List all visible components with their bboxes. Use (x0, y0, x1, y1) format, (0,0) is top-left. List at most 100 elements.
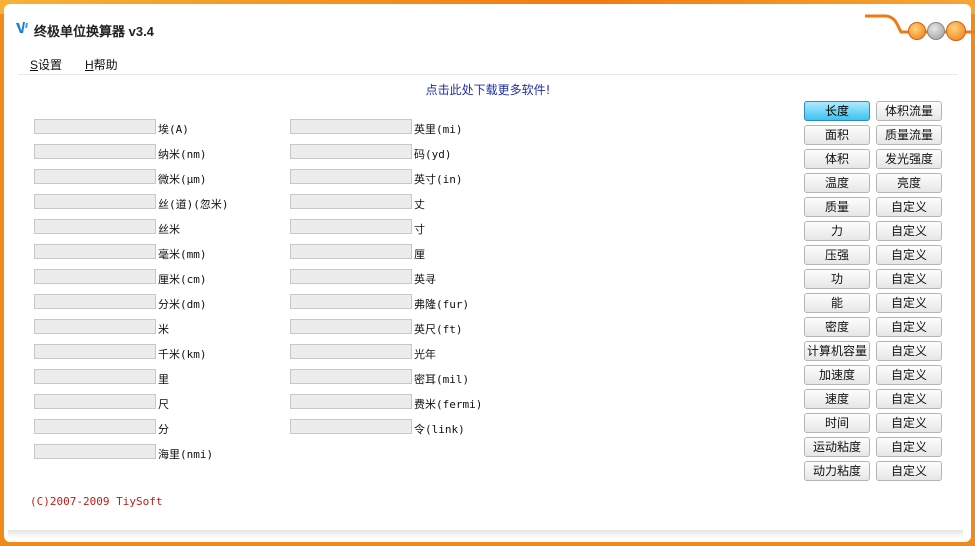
unit-input[interactable] (290, 194, 412, 209)
category-custom-button[interactable]: 自定义 (876, 461, 942, 481)
main-panel: 点击此处下载更多软件! 埃(A) 纳米(nm) 微米(μm) 丝(道)(忽米) … (18, 75, 958, 527)
category-energy-button[interactable]: 能 (804, 293, 870, 313)
unit-input[interactable] (34, 369, 156, 384)
unit-label: 英寸(in) (414, 173, 463, 186)
unit-input[interactable] (34, 194, 156, 209)
category-custom-button[interactable]: 自定义 (876, 245, 942, 265)
category-luminous-intensity-button[interactable]: 发光强度 (876, 149, 942, 169)
unit-input[interactable] (34, 344, 156, 359)
unit-input[interactable] (34, 294, 156, 309)
category-time-button[interactable]: 时间 (804, 413, 870, 433)
unit-input[interactable] (34, 119, 156, 134)
unit-input[interactable] (290, 119, 412, 134)
category-custom-button[interactable]: 自定义 (876, 413, 942, 433)
unit-label: 密耳(mil) (414, 373, 470, 386)
category-custom-button[interactable]: 自定义 (876, 341, 942, 361)
window-bottom-edge (8, 530, 963, 538)
category-area-button[interactable]: 面积 (804, 125, 870, 145)
unit-input[interactable] (290, 394, 412, 409)
unit-label: 费米(fermi) (414, 398, 483, 411)
unit-label: 厘 (414, 248, 425, 261)
unit-input[interactable] (34, 444, 156, 459)
unit-input[interactable] (34, 419, 156, 434)
category-acceleration-button[interactable]: 加速度 (804, 365, 870, 385)
unit-label: 丝(道)(忽米) (158, 198, 229, 211)
unit-label: 千米(km) (158, 348, 207, 361)
unit-label: 里 (158, 373, 169, 386)
unit-input[interactable] (34, 219, 156, 234)
unit-input[interactable] (290, 169, 412, 184)
unit-input[interactable] (34, 269, 156, 284)
category-pressure-button[interactable]: 压强 (804, 245, 870, 265)
download-more-link[interactable]: 点击此处下载更多软件! (18, 81, 958, 98)
unit-label: 埃(A) (158, 123, 189, 136)
unit-input[interactable] (290, 219, 412, 234)
unit-input[interactable] (290, 419, 412, 434)
menu-help-label: 帮助 (93, 58, 118, 72)
menu-help[interactable]: H帮助 (85, 56, 118, 73)
category-custom-button[interactable]: 自定义 (876, 389, 942, 409)
unit-label: 分米(dm) (158, 298, 207, 311)
app-logo-icon (16, 22, 28, 33)
category-kinematic-viscosity-button[interactable]: 运动粘度 (804, 437, 870, 457)
unit-label: 丝米 (158, 223, 180, 236)
unit-label: 纳米(nm) (158, 148, 207, 161)
category-density-button[interactable]: 密度 (804, 317, 870, 337)
unit-label: 尺 (158, 398, 169, 411)
unit-input[interactable] (290, 294, 412, 309)
unit-label: 英里(mi) (414, 123, 463, 136)
unit-label: 寸 (414, 223, 425, 236)
window-title: 终极单位换算器 v3.4 (34, 24, 154, 39)
category-temperature-button[interactable]: 温度 (804, 173, 870, 193)
unit-input[interactable] (290, 269, 412, 284)
category-custom-button[interactable]: 自定义 (876, 221, 942, 241)
menu-settings[interactable]: S设置 (30, 56, 62, 73)
menu-help-hotkey: H (85, 58, 94, 72)
unit-label: 英寻 (414, 273, 436, 286)
unit-input[interactable] (290, 344, 412, 359)
category-speed-button[interactable]: 速度 (804, 389, 870, 409)
maximize-button[interactable] (927, 22, 945, 40)
unit-label: 光年 (414, 348, 436, 361)
category-custom-button[interactable]: 自定义 (876, 269, 942, 289)
unit-label: 码(yd) (414, 148, 452, 161)
unit-input[interactable] (34, 319, 156, 334)
unit-label: 丈 (414, 198, 425, 211)
minimize-button[interactable] (908, 22, 926, 40)
category-volume-button[interactable]: 体积 (804, 149, 870, 169)
unit-label: 分 (158, 423, 169, 436)
unit-label: 英尺(ft) (414, 323, 463, 336)
menu-bar: S设置 H帮助 (18, 52, 958, 75)
unit-input[interactable] (34, 144, 156, 159)
close-button[interactable] (946, 21, 966, 41)
category-custom-button[interactable]: 自定义 (876, 437, 942, 457)
unit-label: 米 (158, 323, 169, 336)
category-dynamic-viscosity-button[interactable]: 动力粘度 (804, 461, 870, 481)
unit-label: 令(link) (414, 423, 465, 436)
menu-settings-hotkey: S (30, 58, 39, 72)
menu-settings-label: 设置 (38, 58, 63, 72)
category-volume-flow-button[interactable]: 体积流量 (876, 101, 942, 121)
category-mass-button[interactable]: 质量 (804, 197, 870, 217)
unit-label: 弗隆(fur) (414, 298, 470, 311)
category-custom-button[interactable]: 自定义 (876, 365, 942, 385)
category-luminance-button[interactable]: 亮度 (876, 173, 942, 193)
category-custom-button[interactable]: 自定义 (876, 293, 942, 313)
category-force-button[interactable]: 力 (804, 221, 870, 241)
category-work-button[interactable]: 功 (804, 269, 870, 289)
unit-label: 微米(μm) (158, 173, 207, 186)
category-custom-button[interactable]: 自定义 (876, 197, 942, 217)
unit-input[interactable] (290, 319, 412, 334)
unit-input[interactable] (34, 169, 156, 184)
unit-label: 毫米(mm) (158, 248, 207, 261)
category-custom-button[interactable]: 自定义 (876, 317, 942, 337)
unit-input[interactable] (290, 369, 412, 384)
unit-label: 海里(nmi) (158, 448, 214, 461)
category-mass-flow-button[interactable]: 质量流量 (876, 125, 942, 145)
category-length-button[interactable]: 长度 (804, 101, 870, 121)
unit-input[interactable] (290, 144, 412, 159)
category-storage-button[interactable]: 计算机容量 (804, 341, 870, 361)
unit-input[interactable] (290, 244, 412, 259)
unit-input[interactable] (34, 394, 156, 409)
unit-input[interactable] (34, 244, 156, 259)
